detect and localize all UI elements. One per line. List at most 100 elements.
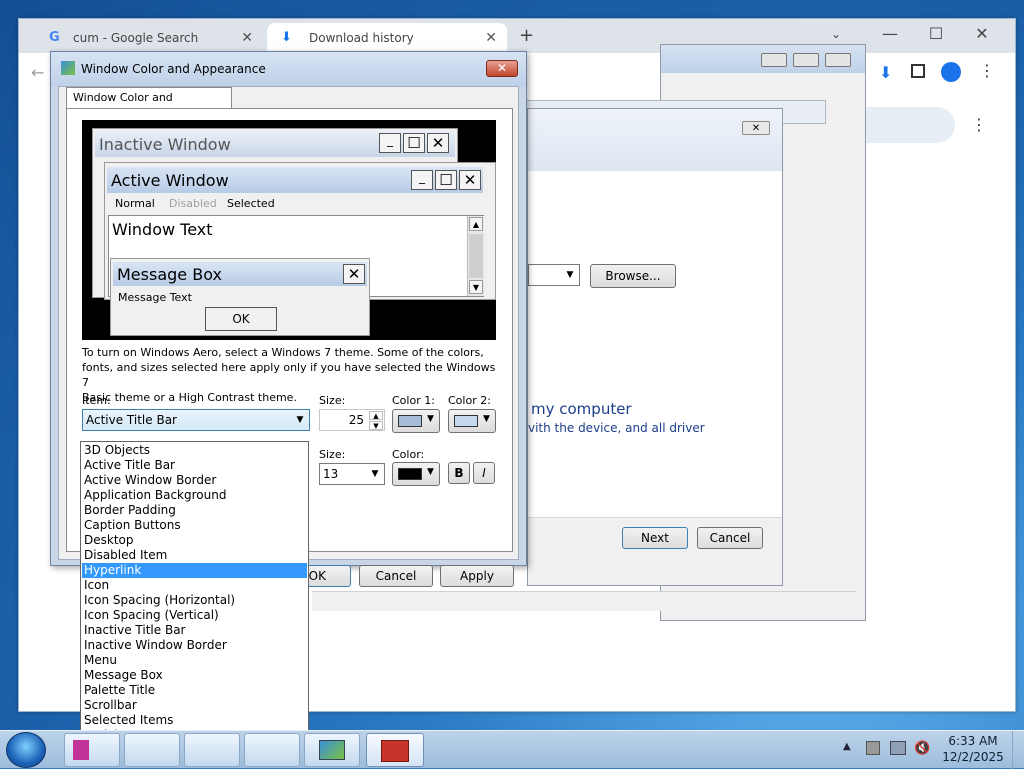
clock-time[interactable]: 6:33 AM	[938, 734, 1008, 748]
wizard-footer-ext	[783, 516, 856, 586]
dropdown-item[interactable]: Hyperlink	[82, 563, 307, 578]
taskbar-item-4[interactable]	[244, 733, 300, 767]
dropdown-item[interactable]: Active Window Border	[82, 473, 307, 488]
taskbar-item-display[interactable]	[304, 733, 360, 767]
dropdown-item[interactable]: Palette Title	[82, 683, 307, 698]
taskbar-item-1[interactable]	[64, 733, 120, 767]
font-size-value: 13	[323, 467, 339, 481]
path-combo[interactable]: ▼	[528, 264, 580, 286]
network-icon[interactable]	[890, 741, 906, 755]
font-size-label: Size:	[319, 448, 346, 461]
item-combo[interactable]: Active Title Bar ▼	[82, 409, 310, 431]
preview-area: Inactive Window _ ☐ ✕ Active Window _ ☐ …	[82, 120, 496, 340]
scroll-thumb	[469, 234, 483, 278]
color1-picker[interactable]: ▼	[392, 409, 440, 433]
font-color-swatch	[398, 468, 422, 480]
dropdown-item[interactable]: Menu	[82, 653, 307, 668]
wizard-link-sub: vith the device, and all driver	[528, 421, 705, 435]
minimize-icon[interactable]	[761, 53, 787, 67]
dropdown-item[interactable]: Border Padding	[82, 503, 307, 518]
chevron-down-icon: ▼	[483, 414, 490, 424]
browse-button[interactable]: Browse...	[590, 264, 676, 288]
show-hidden-icons[interactable]: ▲	[843, 741, 851, 752]
profile-avatar[interactable]	[941, 62, 961, 82]
dropdown-item[interactable]: Scrollbar	[82, 698, 307, 713]
size-label: Size:	[319, 394, 346, 407]
preview-menu-disabled: Disabled	[169, 197, 217, 210]
menu-icon[interactable]: ⋮	[979, 61, 995, 80]
item-combo-value: Active Title Bar	[86, 413, 177, 427]
next-button[interactable]: Next	[622, 527, 688, 549]
downloads-icon[interactable]: ⬇	[879, 63, 892, 82]
new-tab-button[interactable]: +	[519, 25, 534, 46]
more-icon[interactable]: ⋮	[971, 115, 987, 134]
start-button[interactable]	[6, 732, 46, 768]
preview-menu-selected: Selected	[227, 197, 275, 210]
close-icon: ✕	[343, 264, 365, 284]
action-center-icon[interactable]	[866, 741, 880, 755]
side-panel-icon[interactable]	[911, 64, 925, 78]
maximize-icon: ☐	[403, 133, 425, 153]
close-icon[interactable]	[825, 53, 851, 67]
preview-message-box: Message Box ✕ Message Text OK	[110, 258, 370, 336]
cancel-button[interactable]: Cancel	[359, 565, 433, 587]
size-spinner[interactable]: 25 ▲ ▼	[319, 409, 385, 431]
color2-picker[interactable]: ▼	[448, 409, 496, 433]
tab-google-search[interactable]: G cum - Google Search ✕	[31, 23, 263, 53]
color2-swatch	[454, 415, 478, 427]
font-size-combo[interactable]: 13 ▼	[319, 463, 385, 485]
item-dropdown-list[interactable]: 3D Objects Active Title Bar Active Window …	[80, 441, 309, 760]
dropdown-item[interactable]: Message Box	[82, 668, 307, 683]
dropdown-item[interactable]: Disabled Item	[82, 548, 307, 563]
close-tab-icon[interactable]: ✕	[485, 23, 497, 53]
taskbar: ▲ 🔇 6:33 AM 12/2/2025	[0, 730, 1024, 769]
close-button[interactable]: ✕	[959, 19, 1005, 49]
dropdown-item[interactable]: Selected Items	[82, 713, 307, 728]
close-icon[interactable]: ✕	[742, 121, 770, 135]
wizard-link-heading[interactable]: my computer	[531, 400, 632, 418]
dialog-title: Window Color and Appearance	[81, 62, 266, 76]
dropdown-item[interactable]: Active Title Bar	[82, 458, 307, 473]
restore-icon[interactable]	[793, 53, 819, 67]
dropdown-item[interactable]: Caption Buttons	[82, 518, 307, 533]
chevron-down-icon: ▼	[427, 467, 434, 477]
dropdown-item[interactable]: Application Background	[82, 488, 307, 503]
dropdown-item[interactable]: Inactive Window Border	[82, 638, 307, 653]
close-tab-icon[interactable]: ✕	[241, 23, 253, 53]
minimize-button[interactable]: —	[867, 19, 913, 49]
item-label: Item:	[82, 394, 111, 407]
close-button[interactable]: ✕	[486, 60, 518, 77]
dropdown-item[interactable]: Inactive Title Bar	[82, 623, 307, 638]
minimize-icon: _	[411, 170, 433, 190]
show-desktop-button[interactable]	[1012, 731, 1024, 769]
dropdown-item[interactable]: Icon	[82, 578, 307, 593]
download-icon: ⬇	[281, 30, 292, 45]
aero-info-line-3: Basic theme or a High Contrast theme.	[82, 391, 297, 404]
maximize-button[interactable]: ☐	[913, 19, 959, 49]
volume-icon[interactable]: 🔇	[914, 741, 930, 756]
apply-button[interactable]: Apply	[440, 565, 514, 587]
spin-down-icon[interactable]: ▼	[369, 421, 383, 430]
wizard-window: ✕ ▼ Browse... my computer vith the devic…	[527, 108, 783, 586]
clock-date[interactable]: 12/2/2025	[938, 750, 1008, 764]
dropdown-item[interactable]: Icon Spacing (Vertical)	[82, 608, 307, 623]
spin-up-icon[interactable]: ▲	[369, 411, 383, 420]
dropdown-item[interactable]: 3D Objects	[82, 443, 307, 458]
dropdown-item[interactable]: Icon Spacing (Horizontal)	[82, 593, 307, 608]
tab-download-history[interactable]: ⬇ Download history ✕	[267, 23, 507, 53]
tab-search-icon[interactable]: ⌄	[831, 27, 841, 41]
tab-label: cum - Google Search	[73, 31, 199, 45]
back-icon[interactable]: ←	[31, 63, 44, 82]
bold-button[interactable]: B	[448, 462, 470, 484]
aero-info-line-1: To turn on Windows Aero, select a Window…	[82, 346, 484, 359]
taskbar-item-control-panel[interactable]	[366, 733, 424, 767]
italic-button[interactable]: I	[473, 462, 495, 484]
taskbar-item-3[interactable]	[184, 733, 240, 767]
preview-menu-normal: Normal	[115, 197, 155, 210]
taskbar-item-2[interactable]	[124, 733, 180, 767]
tab-window-color[interactable]: Window Color and Appearance	[66, 87, 232, 124]
cancel-button[interactable]: Cancel	[697, 527, 763, 549]
wizard-header	[528, 109, 782, 171]
dropdown-item[interactable]: Desktop	[82, 533, 307, 548]
font-color-picker[interactable]: ▼	[392, 462, 440, 486]
